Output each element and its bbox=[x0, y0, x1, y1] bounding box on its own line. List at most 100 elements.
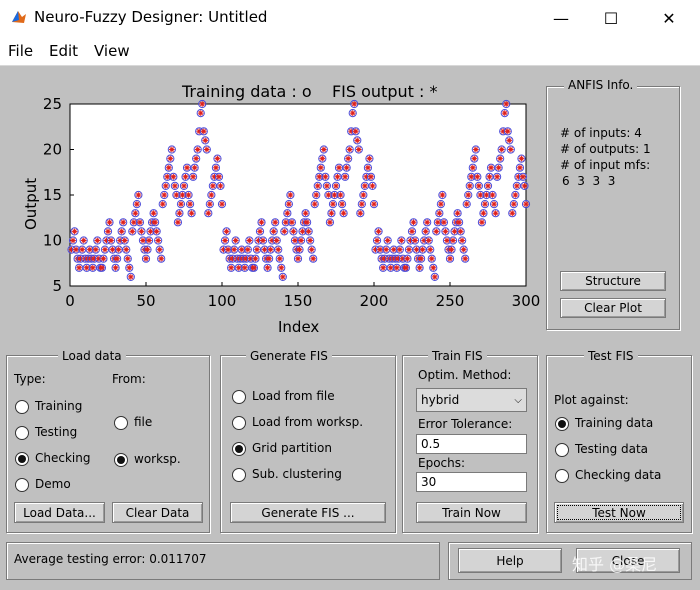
status-text: Average testing error: 0.011707 bbox=[14, 552, 207, 566]
generate-fis-button[interactable]: Generate FIS ... bbox=[230, 502, 386, 523]
fis-output-point bbox=[153, 228, 160, 235]
fis-output-point bbox=[371, 201, 377, 207]
clear-plot-button[interactable]: Clear Plot bbox=[560, 298, 666, 318]
close-window-button[interactable]: ✕ bbox=[646, 0, 692, 36]
optim-method-select[interactable]: hybrid ⌵ bbox=[416, 388, 527, 412]
fis-output-point bbox=[94, 237, 101, 244]
fis-output-point bbox=[299, 228, 306, 235]
fis-output-point bbox=[80, 237, 87, 244]
error-tolerance-label: Error Tolerance: bbox=[418, 417, 513, 431]
from-label: From: bbox=[112, 372, 146, 386]
menu-file[interactable]: File bbox=[8, 42, 33, 60]
y-tick-label: 10 bbox=[43, 232, 62, 250]
menu-edit[interactable]: Edit bbox=[49, 42, 78, 60]
type-testing-radio[interactable] bbox=[15, 426, 29, 440]
menu-bar: File Edit View bbox=[0, 36, 700, 66]
from-worksp-label: worksp. bbox=[134, 452, 181, 466]
fis-output-point bbox=[298, 237, 304, 244]
structure-button[interactable]: Structure bbox=[560, 271, 666, 291]
chevron-down-icon: ⌵ bbox=[514, 394, 522, 406]
anfis-info-title: ANFIS Info. bbox=[564, 78, 638, 92]
type-label: Type: bbox=[14, 372, 46, 386]
anfis-inputs: # of inputs: 4 bbox=[560, 126, 642, 140]
fis-output-point bbox=[354, 137, 361, 144]
type-demo-radio[interactable] bbox=[15, 478, 29, 492]
fis-output-point bbox=[199, 101, 206, 107]
x-tick-label: 150 bbox=[284, 292, 313, 310]
fis-output-point bbox=[398, 237, 405, 244]
matlab-icon bbox=[12, 11, 26, 23]
fis-output-point bbox=[375, 228, 382, 235]
type-checking-label: Checking bbox=[35, 451, 91, 465]
type-training-radio[interactable] bbox=[15, 400, 29, 414]
fis-output-point bbox=[115, 246, 122, 253]
x-tick-label: 100 bbox=[208, 292, 237, 310]
anfis-input-mfs: # of input mfs: bbox=[560, 158, 651, 172]
fis-output-point bbox=[460, 246, 467, 253]
load-data-title: Load data bbox=[58, 349, 126, 363]
type-checking-radio[interactable] bbox=[15, 452, 29, 466]
fis-output-point bbox=[442, 228, 449, 235]
from-worksp-radio[interactable] bbox=[114, 453, 128, 467]
fis-output-point bbox=[178, 201, 184, 207]
test-training-data-radio[interactable] bbox=[555, 417, 569, 431]
fis-output-point bbox=[503, 101, 510, 107]
minimize-button[interactable]: — bbox=[538, 0, 584, 36]
fis-output-point bbox=[491, 201, 497, 207]
fis-output-point bbox=[105, 228, 111, 235]
fis-output-point bbox=[162, 183, 169, 189]
gen-grid-partition-radio[interactable] bbox=[232, 442, 246, 456]
menu-view[interactable]: View bbox=[94, 42, 130, 60]
fis-output-point bbox=[296, 246, 303, 253]
load-data-button[interactable]: Load Data... bbox=[14, 502, 105, 523]
y-tick-label: 15 bbox=[43, 186, 62, 204]
anfis-info-panel bbox=[546, 86, 680, 330]
test-checking-data-radio[interactable] bbox=[555, 469, 569, 483]
fis-output-point bbox=[319, 155, 326, 162]
test-checking-data-label: Checking data bbox=[575, 468, 662, 482]
fis-output-point bbox=[156, 246, 163, 253]
from-file-label: file bbox=[134, 415, 153, 429]
fis-output-point bbox=[254, 246, 260, 253]
gen-load-from-file-radio[interactable] bbox=[232, 390, 246, 404]
fis-output-point bbox=[210, 183, 216, 189]
clear-data-button[interactable]: Clear Data bbox=[112, 502, 203, 523]
maximize-button[interactable]: ☐ bbox=[588, 0, 634, 36]
optim-method-value: hybrid bbox=[421, 393, 460, 407]
fis-output-point bbox=[419, 246, 426, 253]
help-button[interactable]: Help bbox=[458, 548, 562, 573]
fis-output-point bbox=[471, 155, 478, 162]
fis-output-point bbox=[406, 246, 412, 253]
fis-output-point bbox=[118, 228, 125, 235]
gen-load-from-file-label: Load from file bbox=[252, 389, 335, 403]
fis-output-point bbox=[448, 246, 455, 253]
fis-output-point bbox=[514, 183, 520, 189]
fis-output-point bbox=[330, 201, 336, 207]
fis-output-point bbox=[412, 237, 418, 244]
fis-output-point bbox=[422, 228, 429, 235]
fis-output-point bbox=[292, 237, 298, 244]
fis-output-point bbox=[444, 237, 450, 244]
epochs-label: Epochs: bbox=[418, 456, 466, 470]
fis-output-point bbox=[260, 237, 266, 244]
fis-output-point bbox=[390, 246, 397, 253]
gen-load-from-worksp--label: Load from worksp. bbox=[252, 415, 364, 429]
train-now-button[interactable]: Train Now bbox=[416, 502, 527, 523]
fis-output-point bbox=[413, 246, 420, 253]
from-file-radio[interactable] bbox=[114, 416, 128, 430]
test-now-button[interactable]: Test Now bbox=[554, 502, 684, 523]
test-testing-data-radio[interactable] bbox=[555, 443, 569, 457]
train-fis-title: Train FIS bbox=[428, 349, 487, 363]
fis-output-point bbox=[93, 246, 99, 253]
fis-output-point bbox=[485, 183, 491, 189]
gen-load-from-worksp--radio[interactable] bbox=[232, 416, 246, 430]
epochs-input[interactable]: 30 bbox=[416, 472, 527, 492]
fis-output-point bbox=[261, 246, 268, 253]
gen-sub--clustering-radio[interactable] bbox=[232, 468, 246, 482]
fis-output-point bbox=[172, 183, 178, 189]
error-tolerance-input[interactable]: 0.5 bbox=[416, 434, 527, 454]
y-tick-label: 5 bbox=[52, 277, 62, 295]
generate-fis-title: Generate FIS bbox=[246, 349, 332, 363]
fis-output-point bbox=[511, 201, 517, 207]
fis-output-point bbox=[351, 101, 358, 107]
